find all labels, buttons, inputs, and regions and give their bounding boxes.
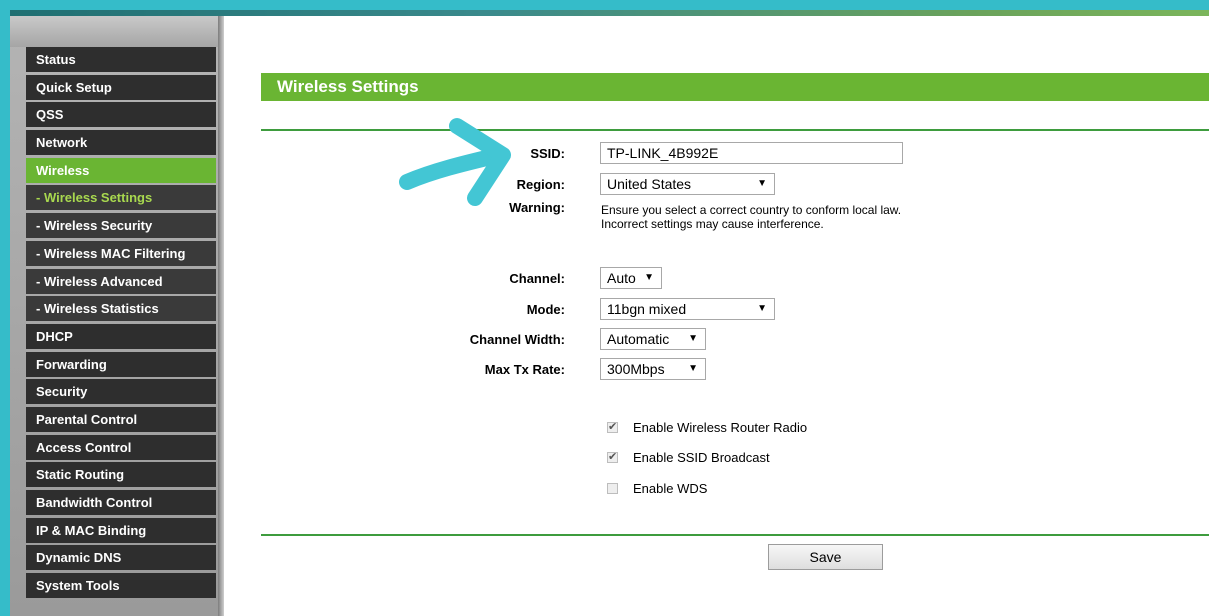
enable-ssid-broadcast-checkbox[interactable]: ✔ [607, 452, 618, 463]
mode-select[interactable]: 11bgn mixed ▼ [600, 298, 775, 320]
sidebar-spacer [10, 16, 218, 47]
sidebar-subitem-wireless-mac-filtering[interactable]: - Wireless MAC Filtering [26, 240, 216, 266]
sidebar: Status Quick Setup QSS Network Wireless … [10, 16, 218, 616]
mode-label: Mode: [526, 302, 565, 317]
sidebar-item-access-control[interactable]: Access Control [26, 434, 216, 460]
sidebar-item-static-routing[interactable]: Static Routing [26, 462, 216, 488]
sidebar-item-dhcp[interactable]: DHCP [26, 323, 216, 349]
enable-wds-checkbox[interactable] [607, 483, 618, 494]
max-tx-rate-select[interactable]: 300Mbps ▼ [600, 358, 706, 380]
sidebar-subitem-wireless-advanced[interactable]: - Wireless Advanced [26, 268, 216, 294]
sidebar-item-system-tools[interactable]: System Tools [26, 573, 216, 599]
sidebar-item-qss[interactable]: QSS [26, 102, 216, 128]
sidebar-divider [218, 16, 224, 616]
sidebar-item-parental-control[interactable]: Parental Control [26, 406, 216, 432]
sidebar-item-quick-setup[interactable]: Quick Setup [26, 74, 216, 100]
max-tx-rate-label: Max Tx Rate: [484, 362, 565, 377]
sidebar-item-status[interactable]: Status [26, 47, 216, 72]
channel-width-value: Automatic [607, 331, 670, 347]
dropdown-arrow-icon: ▼ [688, 363, 698, 374]
dropdown-arrow-icon: ▼ [644, 272, 654, 283]
enable-radio-label: Enable Wireless Router Radio [633, 420, 808, 435]
dropdown-arrow-icon: ▼ [688, 333, 698, 344]
dropdown-arrow-icon: ▼ [757, 178, 767, 189]
sidebar-item-forwarding[interactable]: Forwarding [26, 351, 216, 377]
channel-label: Channel: [509, 271, 565, 286]
sidebar-item-security[interactable]: Security [26, 379, 216, 405]
ssid-input[interactable] [600, 142, 903, 164]
channel-width-label: Channel Width: [469, 332, 565, 347]
frame-left-border [0, 0, 10, 616]
arrow-right-icon [399, 118, 511, 206]
mode-value: 11bgn mixed [607, 301, 687, 317]
enable-ssid-broadcast-label: Enable SSID Broadcast [633, 450, 770, 465]
channel-select[interactable]: Auto ▼ [600, 267, 662, 289]
enable-radio-checkbox[interactable]: ✔ [607, 422, 618, 433]
sidebar-item-wireless[interactable]: Wireless [26, 157, 216, 183]
channel-value: Auto [607, 270, 636, 286]
dropdown-arrow-icon: ▼ [757, 303, 767, 314]
warning-text-line1: Ensure you select a correct country to c… [601, 203, 902, 217]
frame-top-border [0, 0, 1209, 10]
sidebar-item-ip-mac-binding[interactable]: IP & MAC Binding [26, 517, 216, 543]
sidebar-item-bandwidth-control[interactable]: Bandwidth Control [26, 490, 216, 515]
region-select[interactable]: United States ▼ [600, 173, 775, 195]
sidebar-item-network[interactable]: Network [26, 130, 216, 156]
warning-text-line2: Incorrect settings may cause interferenc… [601, 217, 824, 231]
sidebar-subitem-wireless-security[interactable]: - Wireless Security [26, 213, 216, 239]
enable-wds-label: Enable WDS [633, 481, 708, 496]
sidebar-subitem-wireless-statistics[interactable]: - Wireless Statistics [26, 296, 216, 322]
page-title: Wireless Settings [261, 73, 1209, 101]
sidebar-subitem-wireless-settings[interactable]: - Wireless Settings [26, 185, 216, 211]
sidebar-item-dynamic-dns[interactable]: Dynamic DNS [26, 545, 216, 571]
region-value: United States [607, 176, 692, 192]
max-tx-rate-value: 300Mbps [607, 361, 665, 377]
channel-width-select[interactable]: Automatic ▼ [600, 328, 706, 350]
save-button[interactable]: Save [768, 544, 883, 570]
divider-bottom [261, 534, 1209, 536]
